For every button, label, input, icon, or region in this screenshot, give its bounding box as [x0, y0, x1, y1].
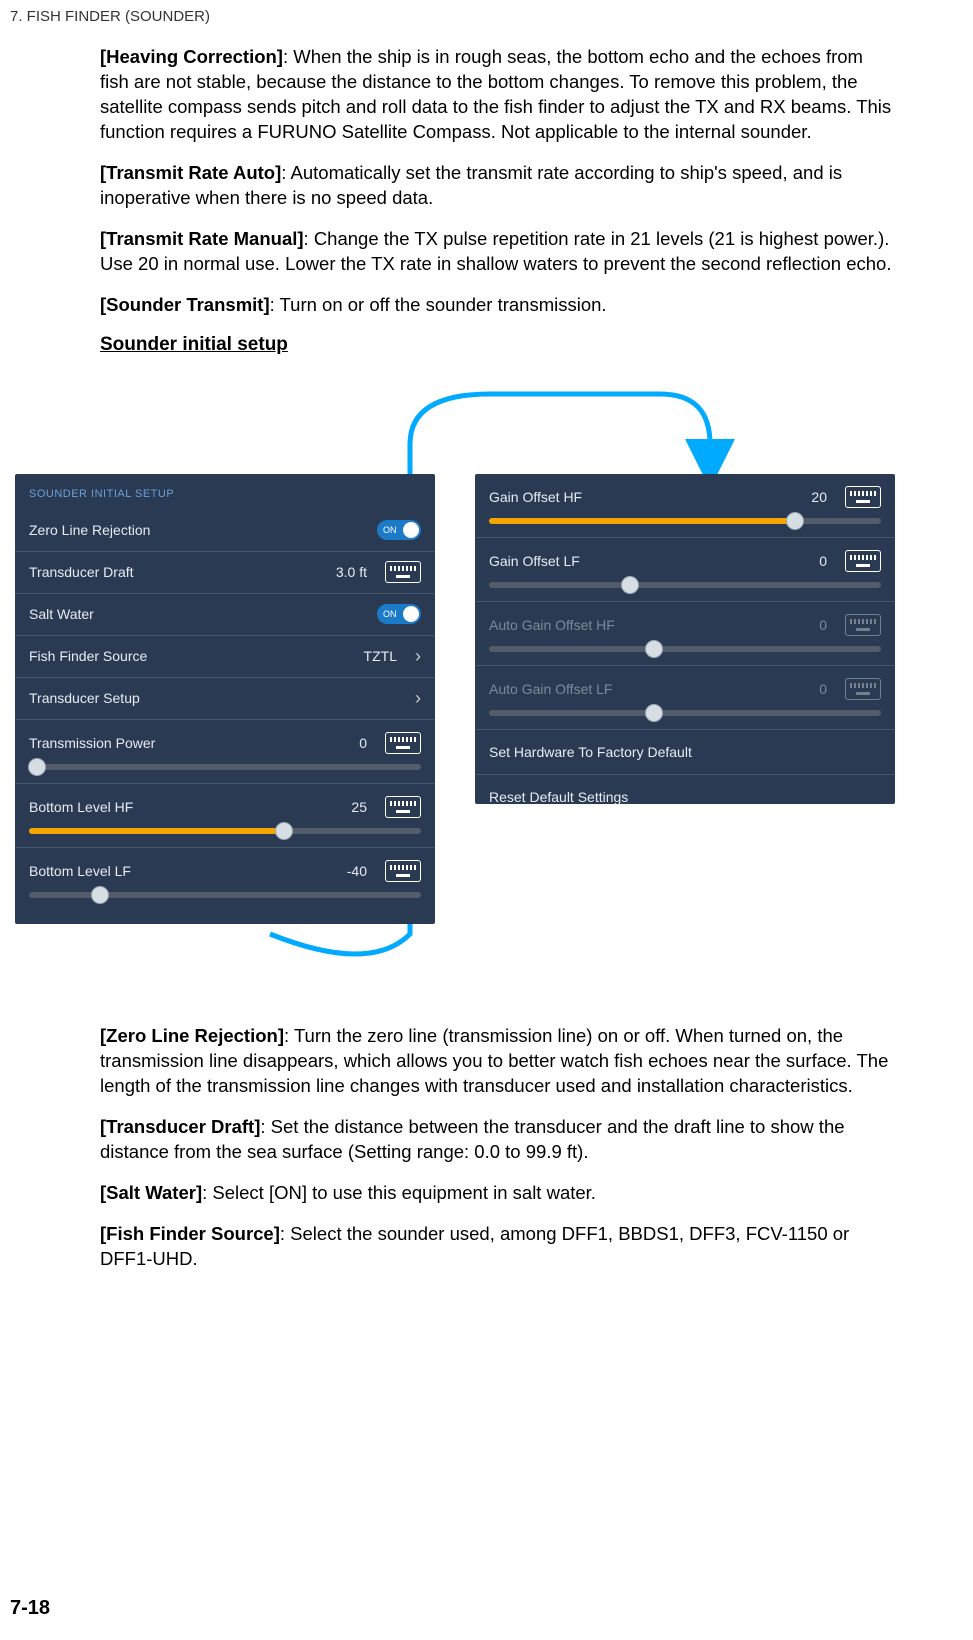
- slider-thumb[interactable]: [91, 886, 109, 904]
- row-label: Auto Gain Offset LF: [489, 681, 612, 697]
- page-number: 7-18: [10, 1597, 50, 1620]
- row-label: Transmission Power: [29, 735, 155, 751]
- row-auto-gain-offset-lf: Auto Gain Offset LF 0: [475, 666, 895, 730]
- panel-sounder-continued: Gain Offset HF 20 Gain Offset LF 0: [475, 474, 895, 804]
- panel-sounder-initial-setup: SOUNDER INITIAL SETUP Zero Line Rejectio…: [15, 474, 435, 924]
- row-zero-line-rejection[interactable]: Zero Line Rejection ON: [15, 510, 435, 552]
- row-bottom-level-lf[interactable]: Bottom Level LF -40: [15, 848, 435, 912]
- slider-thumb: [645, 704, 663, 722]
- value-text: 3.0 ft: [336, 564, 367, 580]
- row-label: Transducer Draft: [29, 564, 134, 580]
- para-transducer-draft: [Transducer Draft]: Set the distance bet…: [100, 1115, 893, 1165]
- chevron-right-icon: ›: [415, 646, 421, 667]
- para-sounder-transmit: [Sounder Transmit]: Turn on or off the s…: [100, 293, 893, 318]
- para-fish-finder-source: [Fish Finder Source]: Select the sounder…: [100, 1222, 893, 1272]
- row-gain-offset-lf[interactable]: Gain Offset LF 0: [475, 538, 895, 602]
- row-salt-water[interactable]: Salt Water ON: [15, 594, 435, 636]
- keyboard-icon[interactable]: [385, 561, 421, 583]
- slider-track[interactable]: [489, 518, 881, 524]
- chevron-right-icon: ›: [415, 688, 421, 709]
- slider-thumb[interactable]: [28, 758, 46, 776]
- value-text: TZTL: [364, 648, 397, 664]
- slider-track: [489, 710, 881, 716]
- row-label: Zero Line Rejection: [29, 522, 150, 538]
- value-text: 25: [351, 799, 367, 815]
- row-label: Gain Offset HF: [489, 489, 582, 505]
- slider-thumb: [645, 640, 663, 658]
- row-label: Bottom Level HF: [29, 799, 133, 815]
- value-text: 0: [819, 553, 827, 569]
- toggle-on-icon[interactable]: ON: [377, 520, 421, 540]
- row-label: Fish Finder Source: [29, 648, 147, 664]
- keyboard-icon[interactable]: [845, 486, 881, 508]
- panel-left-header: SOUNDER INITIAL SETUP: [15, 474, 435, 510]
- slider-track[interactable]: [29, 828, 421, 834]
- row-transmission-power[interactable]: Transmission Power 0: [15, 720, 435, 784]
- keyboard-icon[interactable]: [385, 796, 421, 818]
- row-transducer-draft[interactable]: Transducer Draft 3.0 ft: [15, 552, 435, 594]
- figure-sounder-setup: SOUNDER INITIAL SETUP Zero Line Rejectio…: [100, 374, 893, 994]
- slider-thumb[interactable]: [786, 512, 804, 530]
- para-zero-line: [Zero Line Rejection]: Turn the zero lin…: [100, 1024, 893, 1099]
- para-heaving: [Heaving Correction]: When the ship is i…: [100, 45, 893, 145]
- row-label: Auto Gain Offset HF: [489, 617, 615, 633]
- value-text: 0: [359, 735, 367, 751]
- keyboard-icon: [845, 614, 881, 636]
- value-text: 0: [819, 681, 827, 697]
- slider-thumb[interactable]: [275, 822, 293, 840]
- row-bottom-level-hf[interactable]: Bottom Level HF 25: [15, 784, 435, 848]
- value-text: -40: [347, 863, 367, 879]
- slider-thumb[interactable]: [621, 576, 639, 594]
- row-fish-finder-source[interactable]: Fish Finder Source TZTL ›: [15, 636, 435, 678]
- subheading-sounder-initial: Sounder initial setup: [100, 334, 893, 356]
- row-label: Transducer Setup: [29, 690, 140, 706]
- main-content: [Heaving Correction]: When the ship is i…: [0, 25, 973, 1271]
- row-set-hardware-factory-default[interactable]: Set Hardware To Factory Default: [475, 730, 895, 775]
- row-label: Bottom Level LF: [29, 863, 131, 879]
- row-reset-default-settings[interactable]: Reset Default Settings: [475, 775, 895, 804]
- row-label: Gain Offset LF: [489, 553, 580, 569]
- toggle-on-icon[interactable]: ON: [377, 604, 421, 624]
- row-transducer-setup[interactable]: Transducer Setup ›: [15, 678, 435, 720]
- para-txauto: [Transmit Rate Auto]: Automatically set …: [100, 161, 893, 211]
- chapter-header: 7. FISH FINDER (SOUNDER): [0, 0, 973, 25]
- slider-track[interactable]: [29, 892, 421, 898]
- keyboard-icon[interactable]: [845, 550, 881, 572]
- row-auto-gain-offset-hf: Auto Gain Offset HF 0: [475, 602, 895, 666]
- value-text: 20: [811, 489, 827, 505]
- keyboard-icon[interactable]: [385, 732, 421, 754]
- slider-track: [489, 646, 881, 652]
- slider-track[interactable]: [489, 582, 881, 588]
- keyboard-icon: [845, 678, 881, 700]
- para-txmanual: [Transmit Rate Manual]: Change the TX pu…: [100, 227, 893, 277]
- keyboard-icon[interactable]: [385, 860, 421, 882]
- row-gain-offset-hf[interactable]: Gain Offset HF 20: [475, 474, 895, 538]
- row-label: Salt Water: [29, 606, 94, 622]
- slider-track[interactable]: [29, 764, 421, 770]
- value-text: 0: [819, 617, 827, 633]
- para-salt-water: [Salt Water]: Select [ON] to use this eq…: [100, 1181, 893, 1206]
